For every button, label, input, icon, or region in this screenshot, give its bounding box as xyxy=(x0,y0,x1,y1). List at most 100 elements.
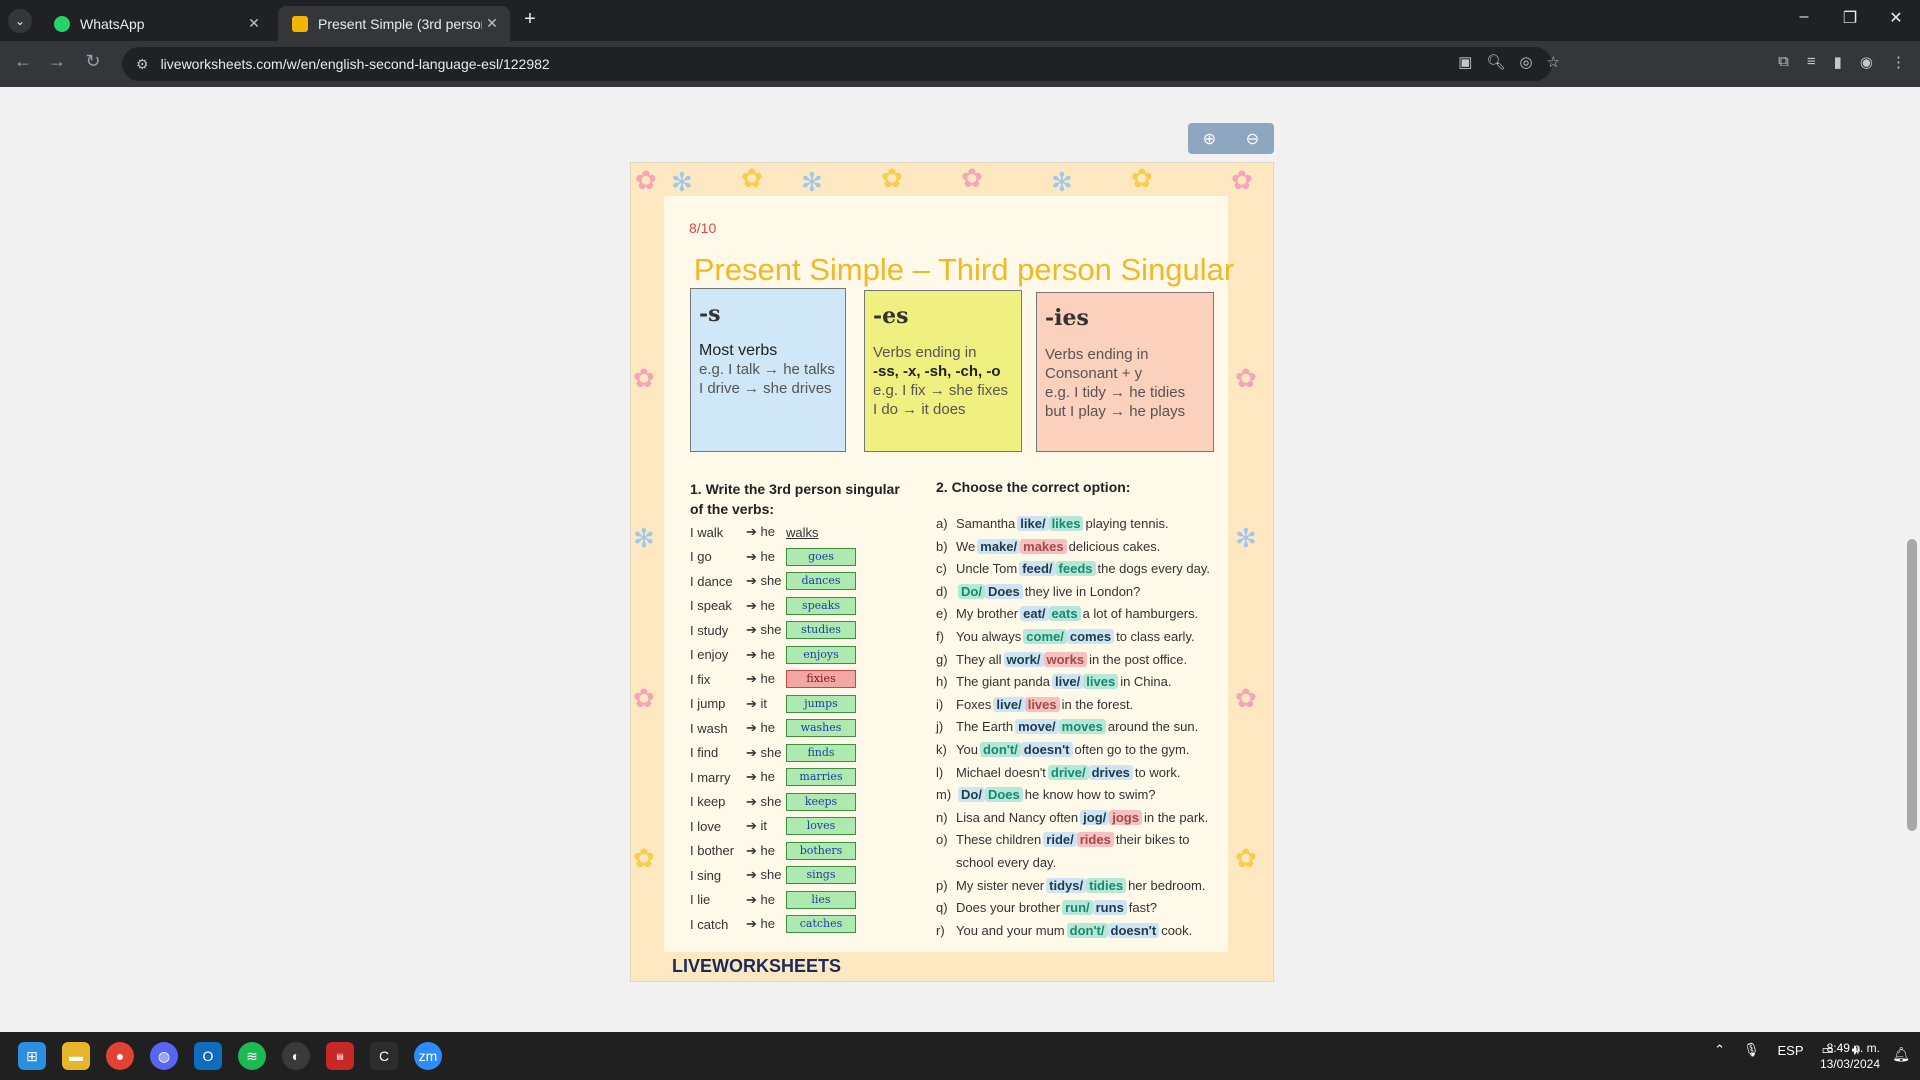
option-1[interactable]: come/ xyxy=(1023,629,1067,644)
option-2[interactable]: likes xyxy=(1048,516,1084,531)
language-indicator[interactable]: ESP xyxy=(1777,1043,1803,1058)
option-2[interactable]: Does xyxy=(984,787,1023,803)
back-button[interactable]: ← xyxy=(10,51,36,72)
zoom-icon[interactable]: zm xyxy=(414,1042,442,1070)
option-2[interactable]: doesn't xyxy=(1020,742,1073,757)
option-1[interactable]: live/ xyxy=(1051,674,1084,690)
option-2[interactable]: lives xyxy=(1083,674,1119,690)
answer-field[interactable]: dances xyxy=(786,572,856,590)
verb-base: I walk xyxy=(690,524,724,540)
option-1[interactable]: like/ xyxy=(1017,516,1049,531)
option-1[interactable]: eat/ xyxy=(1020,606,1049,622)
tab-search-button[interactable]: ⌄ xyxy=(8,9,32,33)
answer-field[interactable]: bothers xyxy=(786,841,856,860)
option-2[interactable]: comes xyxy=(1066,629,1115,644)
tracking-icon[interactable]: ◎ xyxy=(1519,53,1532,71)
option-1[interactable]: ride/ xyxy=(1043,832,1077,848)
answer-field[interactable]: finds xyxy=(786,743,856,762)
reload-button[interactable]: ↻ xyxy=(80,51,106,72)
option-2[interactable]: doesn't xyxy=(1107,922,1160,938)
option-2[interactable]: makes xyxy=(1020,538,1067,554)
sentence-start: Does your brother xyxy=(956,900,1061,916)
tab-worksheet[interactable]: Present Simple (3rd person sing ✕ xyxy=(278,6,510,41)
close-window-button[interactable]: ✕ xyxy=(1882,8,1910,28)
chrome-icon[interactable]: ● xyxy=(106,1042,134,1070)
site-info-icon[interactable]: ⚙ xyxy=(136,56,149,73)
zoom-in-icon[interactable]: ⊕ xyxy=(1203,129,1216,149)
zoom-icon[interactable]: 🔍︎ xyxy=(1486,53,1505,71)
option-1[interactable]: drive/ xyxy=(1047,764,1089,780)
option-1[interactable]: make/ xyxy=(977,538,1021,554)
answer-field[interactable]: loves xyxy=(786,817,856,835)
option-1[interactable]: feed/ xyxy=(1019,561,1056,577)
answer-field[interactable]: marries xyxy=(786,768,856,786)
close-tab-icon[interactable]: ✕ xyxy=(244,15,264,32)
zoom-out-icon[interactable]: ⊖ xyxy=(1246,129,1259,149)
option-1[interactable]: work/ xyxy=(1003,651,1044,667)
flower-decoration: ✿ xyxy=(961,163,983,193)
option-2[interactable]: tidies xyxy=(1086,877,1127,893)
option-1[interactable]: jog/ xyxy=(1080,809,1110,825)
answer-field[interactable]: lies xyxy=(786,890,856,909)
option-2[interactable]: jogs xyxy=(1109,809,1142,825)
option-1[interactable]: don't/ xyxy=(1066,922,1108,938)
option-1[interactable]: live/ xyxy=(993,696,1025,712)
option-2[interactable]: works xyxy=(1043,651,1088,667)
discord-icon[interactable]: ◍ xyxy=(150,1042,178,1070)
answer-field[interactable]: keeps xyxy=(786,792,856,811)
voicemeeter-icon[interactable]: ▤ xyxy=(326,1042,354,1070)
option-2[interactable]: Does xyxy=(984,583,1023,599)
clock[interactable]: 8:49 p. m. 13/03/2024 xyxy=(1820,1040,1880,1072)
scroll-thumb[interactable] xyxy=(1907,539,1917,831)
option-1[interactable]: don't/ xyxy=(979,742,1021,757)
answer-field[interactable]: speaks xyxy=(786,596,856,615)
menu-icon[interactable]: ⋮ xyxy=(1891,53,1906,71)
restore-button[interactable]: ❐ xyxy=(1836,8,1864,28)
option-2[interactable]: moves xyxy=(1058,719,1106,735)
start-icon[interactable]: ⊞ xyxy=(18,1042,46,1070)
answer-field[interactable]: fixies xyxy=(786,670,856,688)
ccleaner-icon[interactable]: C xyxy=(370,1042,398,1070)
answer-field[interactable]: studies xyxy=(786,621,856,639)
scrollbar[interactable] xyxy=(1904,87,1920,1032)
address-bar[interactable]: ⚙ liveworksheets.com/w/en/english-second… xyxy=(122,47,1552,81)
bookmark-star-icon[interactable]: ☆ xyxy=(1547,53,1560,71)
option-2[interactable]: runs xyxy=(1092,900,1127,916)
answer-field[interactable]: goes xyxy=(786,547,856,566)
outlook-icon[interactable]: O xyxy=(194,1042,222,1070)
obs-icon[interactable]: ◐ xyxy=(282,1042,310,1070)
option-2[interactable]: rides xyxy=(1076,832,1114,848)
profile-avatar[interactable]: ◉ xyxy=(1860,53,1873,71)
file-explorer-icon[interactable]: ▬ xyxy=(62,1042,90,1070)
chevron-up-icon[interactable]: ⌃ xyxy=(1714,1042,1725,1058)
option-2[interactable]: feeds xyxy=(1055,561,1096,577)
close-tab-icon[interactable]: ✕ xyxy=(482,15,502,32)
install-app-icon[interactable]: ▣ xyxy=(1458,53,1472,71)
new-tab-button[interactable]: + xyxy=(518,8,542,31)
side-panel-icon[interactable]: ▮ xyxy=(1834,53,1842,71)
option-1[interactable]: tidys/ xyxy=(1046,877,1087,893)
option-1[interactable]: move/ xyxy=(1015,719,1059,735)
spotify-icon[interactable]: ≋ xyxy=(238,1042,266,1070)
extensions-icon[interactable]: ⧉ xyxy=(1778,53,1789,71)
forward-button[interactable]: → xyxy=(44,51,70,72)
tab-whatsapp[interactable]: WhatsApp ✕ xyxy=(40,6,272,41)
option-2[interactable]: lives xyxy=(1024,696,1060,712)
option-1[interactable]: run/ xyxy=(1062,900,1093,916)
answer-field[interactable]: sings xyxy=(786,866,856,884)
minimize-button[interactable]: – xyxy=(1790,8,1818,26)
pronoun: she xyxy=(760,622,782,637)
answer-field[interactable]: jumps xyxy=(786,694,856,713)
answer-field[interactable]: catches xyxy=(786,915,856,933)
option-1[interactable]: Do/ xyxy=(958,787,985,803)
option-2[interactable]: drives xyxy=(1088,764,1133,780)
answer-field[interactable]: washes xyxy=(786,719,856,737)
option-1[interactable]: Do/ xyxy=(958,583,985,599)
media-icon[interactable]: ≡ xyxy=(1807,53,1816,71)
answer-field[interactable]: enjoys xyxy=(786,645,856,664)
sentence-start: My brother xyxy=(956,606,1019,622)
option-2[interactable]: eats xyxy=(1048,606,1081,622)
notification-icon[interactable]: 🔔︎ xyxy=(1892,1046,1910,1063)
microphone-icon[interactable]: 🎙︎ xyxy=(1743,1042,1760,1058)
rule-box-s: -s Most verbs e.g. I talk → he talks I d… xyxy=(690,288,846,452)
